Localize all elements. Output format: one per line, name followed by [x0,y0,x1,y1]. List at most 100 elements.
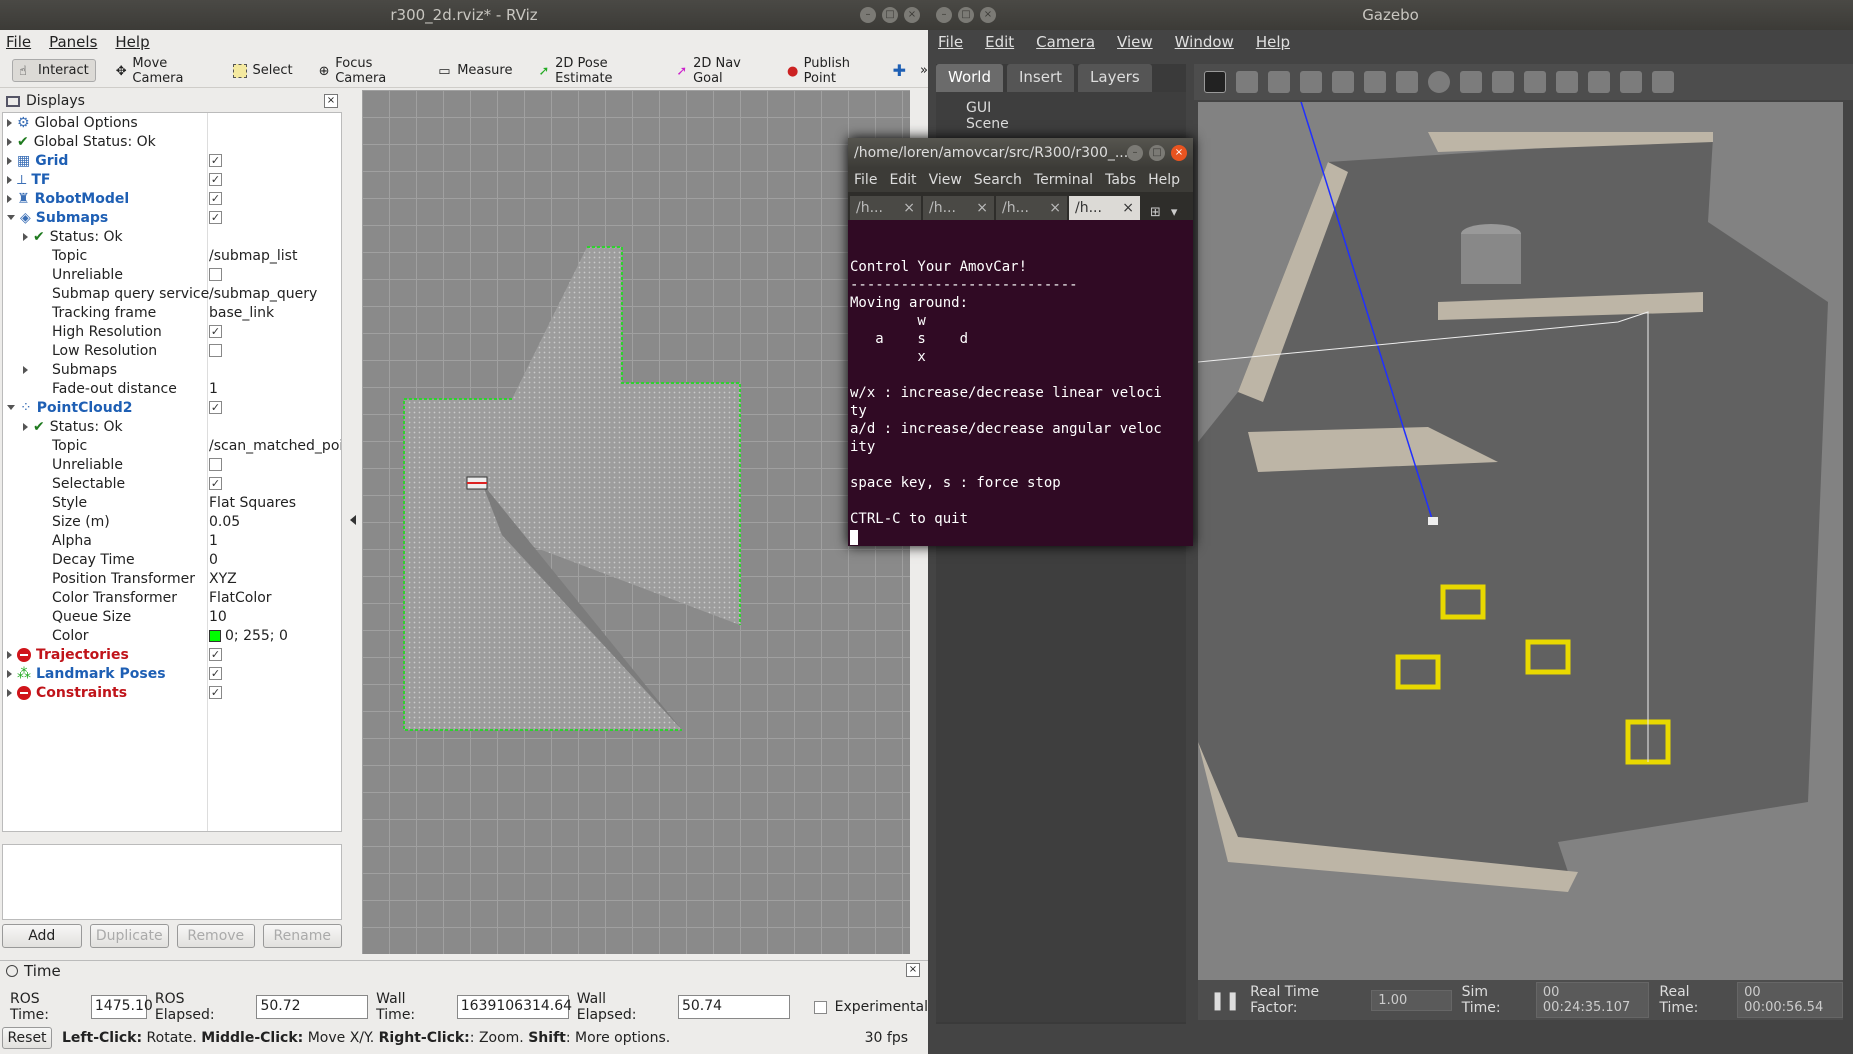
close-tab-icon[interactable]: × [1049,200,1061,216]
duplicate-button[interactable]: Duplicate [89,924,169,948]
maximize-icon[interactable]: □ [882,7,898,23]
box-icon[interactable] [1396,71,1418,93]
expand-arrow-icon[interactable] [7,194,12,203]
display-row[interactable]: ✔ Status: Ok [3,227,341,246]
t-menu-search[interactable]: Search [974,172,1022,188]
gz-menu-window[interactable]: Window [1175,33,1234,51]
row-value[interactable]: 1 [209,381,218,397]
interact-tool[interactable]: ☝ Interact [12,59,96,82]
display-row[interactable]: Tracking frame base_link [3,303,341,322]
row-value[interactable]: 1 [209,533,218,549]
display-row[interactable]: ⁘ PointCloud2 ✓ [3,398,341,417]
tree-item-gui[interactable]: GUI [966,100,1156,116]
rviz-3d-view[interactable] [362,90,910,954]
close-time-icon[interactable]: × [906,963,920,977]
tab-menu-icon[interactable]: ▾ [1171,205,1178,220]
add-button[interactable]: Add [2,924,82,948]
display-row[interactable]: Style Flat Squares [3,493,341,512]
cylinder-icon[interactable] [1460,71,1482,93]
menu-help[interactable]: Help [115,33,149,51]
focus-camera-tool[interactable]: ⊕ Focus Camera [313,53,419,89]
maximize-icon[interactable]: □ [958,7,974,23]
row-value[interactable]: /submap_list [209,248,297,264]
display-row[interactable]: ⚙ Global Options [3,113,341,132]
display-row[interactable]: Decay Time 0 [3,550,341,569]
scale-icon[interactable] [1300,71,1322,93]
copy-icon[interactable] [1588,71,1610,93]
gz-menu-view[interactable]: View [1117,33,1153,51]
display-row[interactable]: ⟂ TF ✓ [3,170,341,189]
ros-elapsed-field[interactable]: 50.72 [256,995,369,1019]
enabled-checkbox[interactable]: ✓ [209,192,222,205]
display-row[interactable]: Alpha 1 [3,531,341,550]
menu-file[interactable]: File [6,33,31,51]
display-row[interactable]: Topic/scan_matched_poi [3,436,341,455]
wall-time-field[interactable]: 1639106314.64 [456,995,572,1019]
nav-goal-tool[interactable]: ➚ 2D Nav Goal [670,53,767,89]
close-icon[interactable]: × [1171,145,1187,161]
display-row[interactable]: Submaps [3,360,341,379]
experimental-checkbox[interactable] [813,1000,827,1014]
enabled-checkbox[interactable] [209,344,222,357]
expand-arrow-icon[interactable] [7,215,15,220]
enabled-checkbox[interactable] [209,268,222,281]
gazebo-titlebar[interactable]: – □ × Gazebo [928,0,1853,30]
close-icon[interactable]: × [904,7,920,23]
minimize-icon[interactable]: – [936,7,952,23]
terminal-tab-2[interactable]: /h... × [923,196,994,220]
tab-world[interactable]: World [936,64,1003,92]
add-tool-icon[interactable]: ✚ [893,61,906,80]
expand-arrow-icon[interactable] [23,365,28,374]
sphere-icon[interactable] [1428,71,1450,93]
terminal-output[interactable]: Control Your AmovCar! ------------------… [848,228,1193,546]
enabled-checkbox[interactable]: ✓ [209,173,222,186]
expand-arrow-icon[interactable] [7,650,12,659]
close-tab-icon[interactable]: × [903,200,915,216]
gz-menu-edit[interactable]: Edit [985,33,1014,51]
display-row[interactable]: Submap query service/submap_query [3,284,341,303]
expand-arrow-icon[interactable] [7,669,12,678]
spot-light-icon[interactable] [1556,71,1578,93]
row-value[interactable]: XYZ [209,571,237,587]
select-tool[interactable]: Select [227,60,298,81]
display-row[interactable]: ⁂ Landmark Poses ✓ [3,664,341,683]
t-menu-terminal[interactable]: Terminal [1034,172,1093,188]
row-value[interactable]: /scan_matched_poi [209,438,341,454]
gazebo-3d-view[interactable] [1198,102,1843,980]
publish-point-tool[interactable]: ● Publish Point [781,53,879,89]
pause-icon[interactable]: ❚❚ [1210,990,1240,1011]
display-row[interactable]: Unreliable [3,265,341,284]
enabled-checkbox[interactable]: ✓ [209,648,222,661]
expand-arrow-icon[interactable] [7,156,12,165]
expand-arrow-icon[interactable] [7,137,12,146]
undo-icon[interactable] [1332,71,1354,93]
sun-icon[interactable] [1492,71,1514,93]
display-row[interactable]: ✔ Status: Ok [3,417,341,436]
t-menu-tabs[interactable]: Tabs [1105,172,1136,188]
move-camera-tool[interactable]: ✥ Move Camera [110,53,214,89]
expand-arrow-icon[interactable] [23,422,28,431]
display-row[interactable]: Constraints ✓ [3,683,341,702]
enabled-checkbox[interactable]: ✓ [209,667,222,680]
row-value[interactable]: /submap_query [209,286,317,302]
close-tab-icon[interactable]: × [1122,200,1134,216]
display-row[interactable]: Selectable ✓ [3,474,341,493]
point-light-icon[interactable] [1524,71,1546,93]
t-menu-view[interactable]: View [929,172,962,188]
display-row[interactable]: Unreliable [3,455,341,474]
terminal-window[interactable]: /home/loren/amovcar/src/R300/r300_... – … [848,138,1193,546]
row-value[interactable]: FlatColor [209,590,272,606]
rotate-icon[interactable] [1268,71,1290,93]
row-value[interactable]: 0.05 [209,514,240,530]
display-row[interactable]: Low Resolution [3,341,341,360]
display-row[interactable]: Topic/submap_list [3,246,341,265]
enabled-checkbox[interactable]: ✓ [209,477,222,490]
tab-insert[interactable]: Insert [1007,64,1075,92]
enabled-checkbox[interactable]: ✓ [209,154,222,167]
display-row[interactable]: Color 0; 255; 0 [3,626,341,645]
color-value[interactable]: 0; 255; 0 [209,628,288,644]
minimize-icon[interactable]: – [1127,145,1143,161]
terminal-titlebar[interactable]: /home/loren/amovcar/src/R300/r300_... – … [848,138,1193,168]
t-menu-edit[interactable]: Edit [889,172,916,188]
menu-panels[interactable]: Panels [49,33,97,51]
